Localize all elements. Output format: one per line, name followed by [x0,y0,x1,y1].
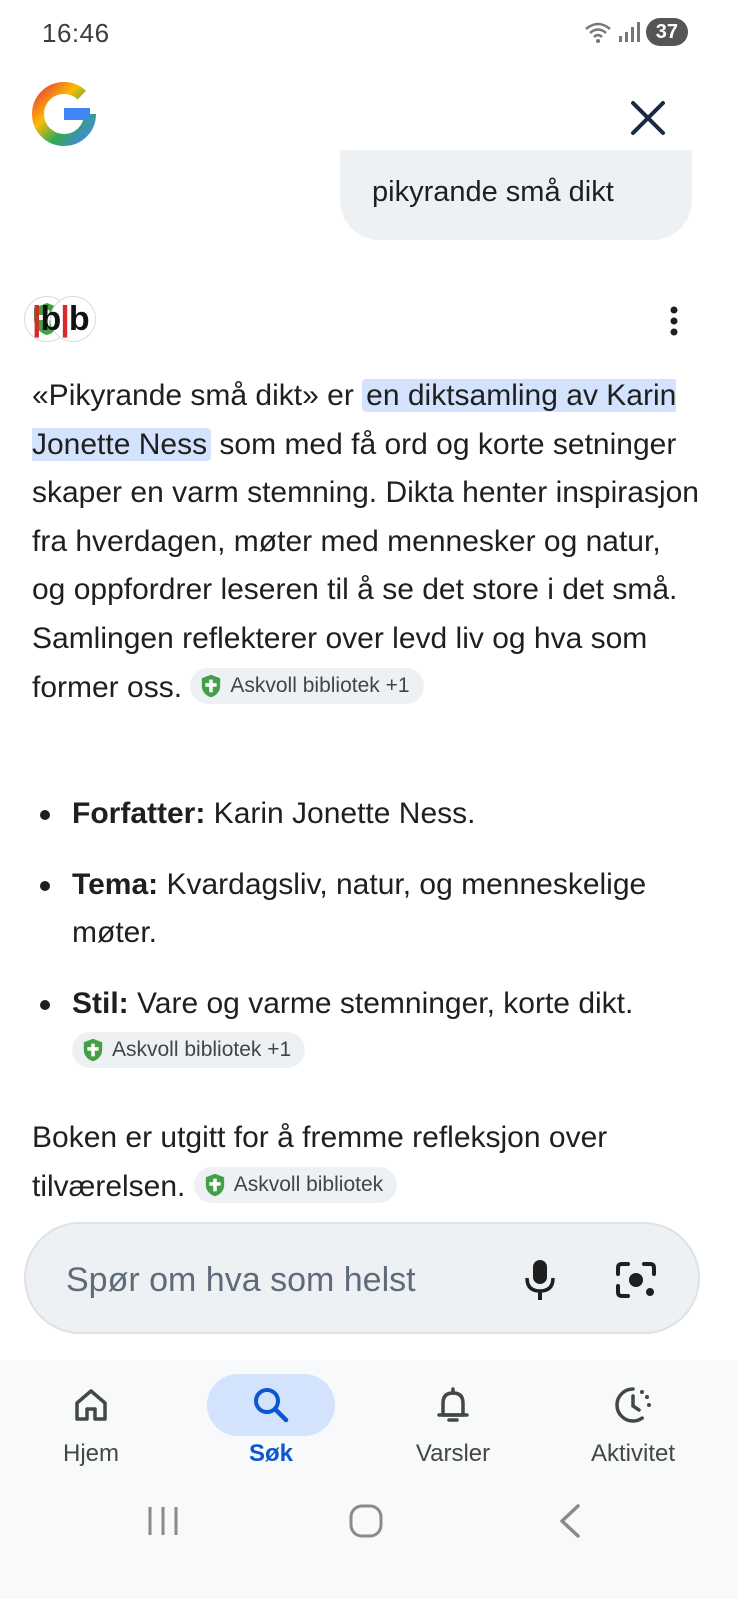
list-item: Forfatter: Karin Jonette Ness. [32,790,702,839]
fact-value: Kvardagsliv, natur, og menneskelige møte… [72,867,647,950]
activity-icon [569,1374,697,1436]
recent-apps-icon[interactable] [146,1504,180,1538]
facts-list: Forfatter: Karin Jonette Ness. Tema: Kva… [32,790,702,1099]
nav-item-activity[interactable]: Aktivitet [553,1360,713,1480]
list-item: Stil: Vare og varme stemninger, korte di… [32,980,702,1077]
source-logo[interactable]: |b|b [24,296,96,342]
source-chip[interactable]: Askvoll bibliotek [193,1166,398,1203]
fact-label: Stil: [72,986,129,1020]
system-nav-bar [0,1480,738,1599]
source-chip-label: Askvoll bibliotek +1 [230,673,410,697]
source-chip-label: Askvoll bibliotek +1 [112,1038,292,1062]
nav-label: Aktivitet [590,1440,676,1467]
nav-label: Hjem [62,1440,119,1467]
mic-icon[interactable] [522,1258,558,1302]
signal-icon [618,22,640,42]
home-icon [27,1374,155,1436]
home-button-icon[interactable] [348,1503,384,1539]
fact-label: Tema: [72,867,159,901]
fact-value: Karin Jonette Ness. [205,797,476,830]
back-icon[interactable] [556,1502,584,1540]
search-box[interactable] [24,1222,700,1334]
status-icons: 37 [584,18,688,46]
source-chip[interactable]: Askvoll bibliotek +1 [190,667,424,704]
closing-paragraph: Boken er utgitt for å fremme refleksjon … [32,1114,702,1211]
source-chip-label: Askvoll bibliotek [233,1172,384,1196]
list-item: Tema: Kvardagsliv, natur, og menneskelig… [32,861,702,958]
fact-value: Vare og varme stemninger, korte dikt. [128,986,634,1020]
nav-item-home[interactable]: Hjem [11,1360,171,1480]
query-bubble: pikyrande små dikt [340,150,692,240]
nav-item-search[interactable]: Søk [191,1360,351,1480]
search-input[interactable] [64,1254,488,1306]
shield-cross-icon [202,674,221,697]
shield-cross-icon [205,1173,224,1196]
answer-text-2: som med få ord og korte setninger skaper… [32,427,699,704]
nav-item-notifications[interactable]: Varsler [373,1360,533,1480]
nav-label: Søk [248,1440,293,1467]
answer-text-1: «Pikyrande små dikt» er [32,379,363,412]
battery-indicator: 37 [645,18,688,46]
camera-lens-icon[interactable] [614,1260,658,1300]
close-icon[interactable] [628,98,668,138]
bell-icon [389,1374,517,1436]
shield-cross-icon [83,1039,103,1062]
wifi-icon [584,22,611,43]
fact-label: Forfatter: [72,797,206,830]
more-vert-icon[interactable] [660,305,688,337]
nav-label: Varsler [415,1440,491,1467]
search-icon [207,1374,335,1436]
query-text: pikyrande små dikt [372,176,614,208]
source-logo-text: |b|b [32,299,90,338]
status-time: 16:46 [42,18,110,48]
answer-paragraph: «Pikyrande små dikt» er en diktsamling a… [32,372,702,712]
google-g-icon[interactable] [31,81,96,147]
bottom-nav: Hjem Søk Varsler Aktivitet [0,1360,738,1480]
source-chip[interactable]: Askvoll bibliotek +1 [72,1032,306,1069]
